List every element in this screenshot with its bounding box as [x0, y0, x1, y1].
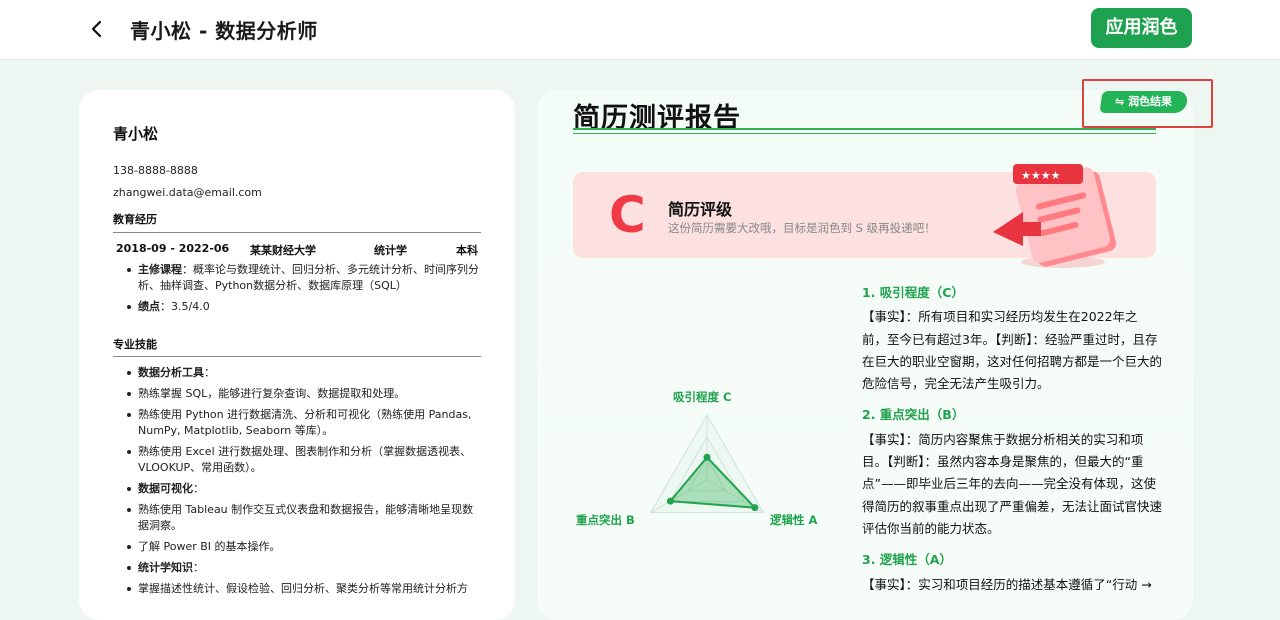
resume-email: zhangwei.data@email.com [113, 186, 262, 199]
education-degree: 本科 [456, 244, 478, 257]
top-bar: 青小松 - 数据分析师 应用润色 [0, 0, 1280, 60]
list-item: 了解 Power BI 的基本操作。 [113, 539, 481, 555]
grade-title: 简历评级 [668, 200, 733, 219]
education-school: 某某财经大学 [250, 244, 316, 257]
list-item: 数据可视化： [113, 481, 481, 497]
radar-svg [649, 414, 765, 513]
education-details: 主修课程：概率论与数理统计、回归分析、多元统计分析、时间序列分析、抽样调查、Py… [113, 262, 481, 320]
result-highlight-box: ⇋ 润色结果 [1082, 79, 1213, 128]
grade-subtitle: 这份简历需要大改哦，目标是润色到 S 级再投递吧！ [668, 221, 936, 235]
radar-label-logic: 逻辑性 A [770, 513, 818, 527]
svg-text:★★★★: ★★★★ [1021, 169, 1061, 182]
list-item: 数据分析工具： [113, 365, 481, 381]
evaluation-heading: 1. 吸引程度（C） [862, 285, 964, 300]
evaluation-heading: 2. 重点突出（B） [862, 407, 965, 423]
grade-letter: C [609, 186, 646, 244]
page-title: 青小松 - 数据分析师 [130, 19, 318, 43]
list-item: 主修课程：概率论与数理统计、回归分析、多元统计分析、时间序列分析、抽样调查、Py… [113, 262, 481, 294]
education-heading: 教育经历 [113, 213, 157, 226]
list-item: 熟练使用 Excel 进行数据处理、图表制作和分析（掌握数据透视表、VLOOKU… [113, 444, 481, 476]
radar-chart: 吸引程度 C 重点突出 B 逻辑性 A [569, 380, 859, 580]
education-major: 统计学 [374, 244, 407, 257]
radar-label-attraction: 吸引程度 C [673, 390, 732, 404]
document-illustration-icon: ★★★★ [993, 164, 1117, 268]
chevron-left-icon [91, 20, 102, 38]
swap-icon: ⇋ [1115, 95, 1125, 108]
radar-point [703, 453, 711, 461]
education-period: 2018-09 - 2022-06 [116, 242, 230, 255]
radar-point [666, 497, 674, 505]
list-item: 统计学知识： [113, 560, 481, 576]
list-item: 绩点：3.5/4.0 [113, 299, 481, 315]
radar-point [751, 504, 759, 512]
education-divider [113, 232, 481, 233]
polish-result-button[interactable]: ⇋ 润色结果 [1099, 91, 1189, 113]
title-underline-thin [573, 133, 1156, 134]
skills-list: 数据分析工具： 熟练掌握 SQL，能够进行复杂查询、数据提取和处理。 熟练使用 … [113, 365, 481, 602]
list-item: 熟练使用 Tableau 制作交互式仪表盘和数据报告，能够清晰地呈现数据洞察。 [113, 502, 481, 534]
evaluation-heading: 3. 逻辑性（A） [862, 552, 952, 568]
grade-banner: C 简历评级 这份简历需要大改哦，目标是润色到 S 级再投递吧！ ★★★★ [573, 164, 1156, 268]
radar-label-focus: 重点突出 B [576, 513, 635, 527]
skills-divider [113, 356, 481, 357]
resume-phone: 138-8888-8888 [113, 164, 198, 177]
apply-polish-button[interactable]: 应用润色 [1091, 8, 1192, 48]
resume-name: 青小松 [113, 125, 159, 143]
evaluation-text: 【事实】：所有项目和实习经历均发生在2022年之前，至今已有超过3年。【判断】：… [862, 309, 1163, 392]
resume-card: 青小松 138-8888-8888 zhangwei.data@email.co… [79, 90, 515, 620]
list-item: 熟练掌握 SQL，能够进行复杂查询、数据提取和处理。 [113, 386, 481, 402]
evaluation-list: 1. 吸引程度（C） 【事实】：所有项目和实习经历均发生在2022年之前，至今已有… [862, 282, 1162, 605]
list-item: 熟练使用 Python 进行数据清洗、分析和可视化（熟练使用 Pandas, N… [113, 407, 481, 439]
skills-heading: 专业技能 [113, 338, 157, 351]
list-item: 掌握描述性统计、假设检验、回归分析、聚类分析等常用统计分析方 [113, 581, 481, 597]
report-card: 简历测评报告 ⇋ 润色结果 C 简历评级 这份简历需要大改哦，目标是润色到 S … [537, 79, 1213, 620]
evaluation-text: 【事实】：简历内容聚焦于数据分析相关的实习和项目。【判断】：虽然内容本身是聚焦的… [862, 431, 1163, 536]
title-underline [573, 128, 1156, 130]
back-button[interactable] [84, 14, 110, 44]
evaluation-text: 【事实】：实习和项目经历的描述基本遵循了“行动 → [862, 576, 1152, 592]
